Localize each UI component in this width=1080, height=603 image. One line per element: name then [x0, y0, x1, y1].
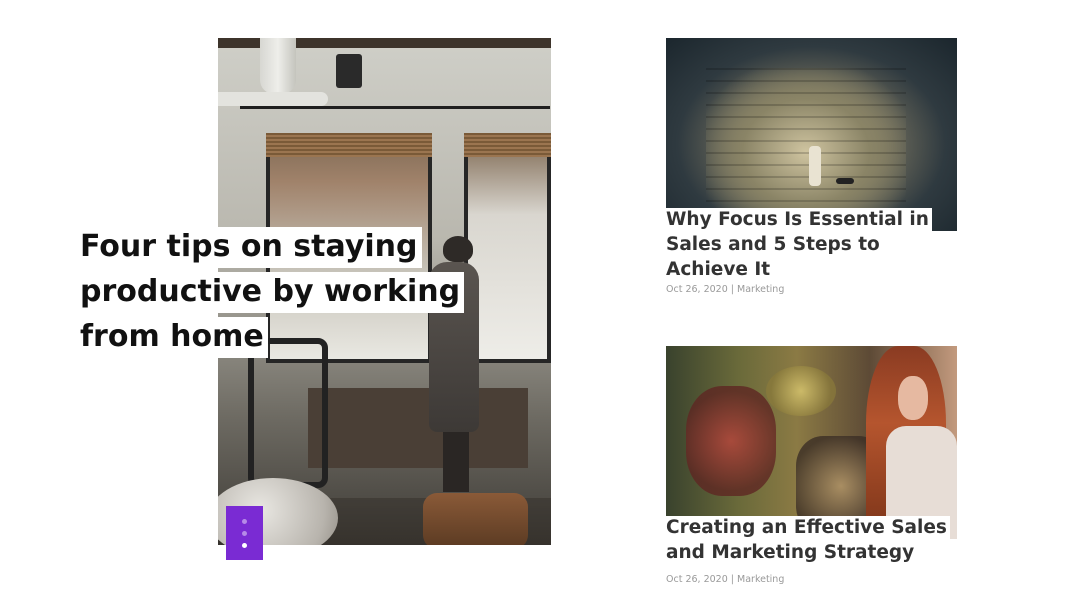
slider-dot-2[interactable] [242, 530, 247, 536]
image-speaker [336, 54, 362, 88]
post-category-link[interactable]: Marketing [737, 574, 784, 585]
image-curtain-rod [240, 106, 550, 109]
slider-dot-1[interactable] [242, 518, 247, 524]
post-date: Oct 26, 2020 [666, 574, 728, 585]
post-title-text[interactable]: Creating an Effective Sales and Marketin… [666, 516, 950, 565]
thumbnail-bokeh [766, 366, 836, 416]
image-pipe [218, 92, 328, 106]
post-date: Oct 26, 2020 [666, 284, 728, 295]
featured-post-title[interactable]: Four tips on staying productive by worki… [72, 224, 492, 359]
image-blind [464, 133, 551, 157]
meta-separator: | [730, 284, 734, 295]
post-title-text[interactable]: Why Focus Is Essential in Sales and 5 St… [666, 208, 932, 282]
slider-pagination [226, 506, 263, 560]
thumbnail-dog [836, 178, 854, 184]
post-title[interactable]: Creating an Effective Sales and Marketin… [666, 515, 966, 565]
image-chair [248, 338, 328, 488]
post-meta: Oct 26, 2020 | Marketing [666, 284, 784, 295]
image-stool [423, 493, 528, 545]
post-title[interactable]: Why Focus Is Essential in Sales and 5 St… [666, 207, 966, 282]
slider-dot-3-active[interactable] [242, 542, 247, 548]
thumbnail-woman-face [898, 376, 928, 420]
meta-separator: | [730, 574, 734, 585]
image-blind [266, 133, 432, 157]
image-person-legs [443, 432, 469, 492]
image-shelf [308, 388, 528, 468]
thumbnail-child [809, 146, 821, 186]
post-meta: Oct 26, 2020 | Marketing [666, 574, 784, 585]
thumbnail-bokeh [686, 386, 776, 496]
post-thumbnail[interactable] [666, 38, 957, 231]
thumbnail-brick-wall [706, 68, 906, 208]
post-category-link[interactable]: Marketing [737, 284, 784, 295]
post-thumbnail[interactable] [666, 346, 957, 539]
featured-post-title-text[interactable]: Four tips on staying productive by worki… [72, 227, 465, 358]
image-pipe [260, 38, 296, 94]
